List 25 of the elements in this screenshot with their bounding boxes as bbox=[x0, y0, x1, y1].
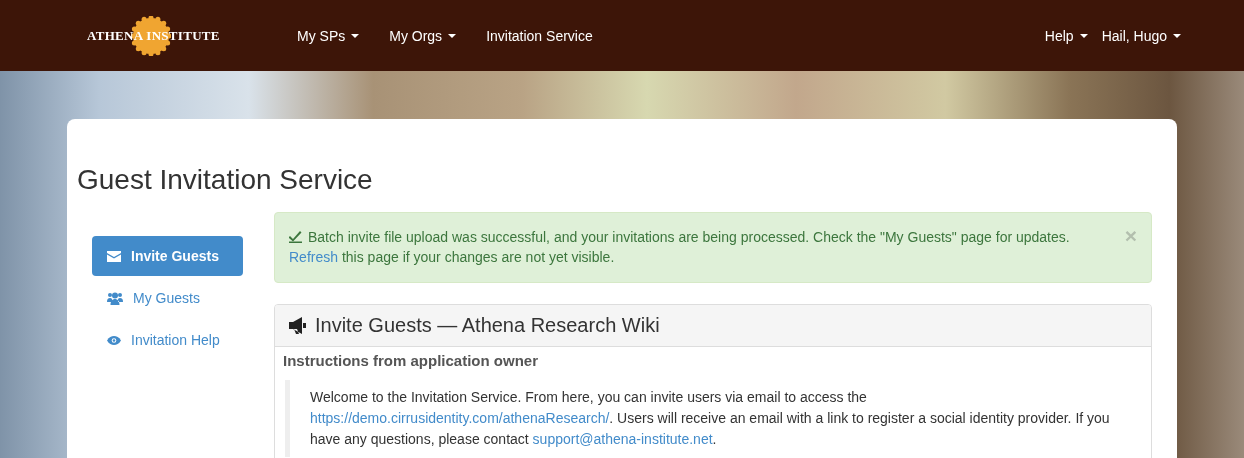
panel-title: Invite Guests — Athena Research Wiki bbox=[315, 314, 660, 337]
nav-link[interactable]: My SPs bbox=[282, 27, 375, 44]
instructions-link[interactable]: https://demo.cirrusidentity.com/athenaResearch/ bbox=[310, 410, 610, 426]
instructions-link[interactable]: support@athena-institute.net bbox=[532, 431, 713, 447]
alert-message: Batch invite file upload was successful, and your invitations are being processed. Check the "My Guests" page for updates. Refresh this page if your changes are not yet visible. bbox=[289, 228, 1071, 267]
envelope-icon bbox=[107, 250, 121, 262]
nav-link[interactable]: Invitation Service bbox=[471, 27, 608, 44]
caret-icon bbox=[1079, 33, 1088, 38]
megaphone-icon bbox=[289, 317, 309, 334]
users-icon bbox=[107, 291, 123, 305]
page-title: Guest Invitation Service bbox=[77, 163, 374, 197]
refresh-link[interactable]: Refresh bbox=[289, 249, 339, 265]
sidebar-item[interactable]: My Guests bbox=[92, 278, 243, 318]
eye-icon bbox=[107, 335, 121, 345]
nav-link[interactable]: My Orgs bbox=[374, 27, 472, 44]
nav-link[interactable]: Help bbox=[1037, 27, 1095, 44]
caret-icon bbox=[351, 33, 360, 38]
checkmark-icon bbox=[289, 230, 302, 243]
sidebar-item[interactable]: Invitation Help bbox=[92, 320, 243, 360]
caret-icon bbox=[1173, 33, 1181, 38]
instructions-text: Welcome to the Invitation Service. From here, you can invite users via email to access the https://demo.cirrusidentity.com/athenaResearch/. Users will receive an email with a link to register a social identity provider. If you have any questions, please contact support@athena-institute.net. bbox=[310, 388, 1111, 449]
sidebar-item[interactable]: Invite Guests bbox=[92, 236, 243, 276]
user-menu[interactable]: Hail, Hugo bbox=[1094, 27, 1188, 44]
caret-icon bbox=[448, 33, 457, 38]
instructions-heading: Instructions from application owner bbox=[283, 353, 540, 368]
